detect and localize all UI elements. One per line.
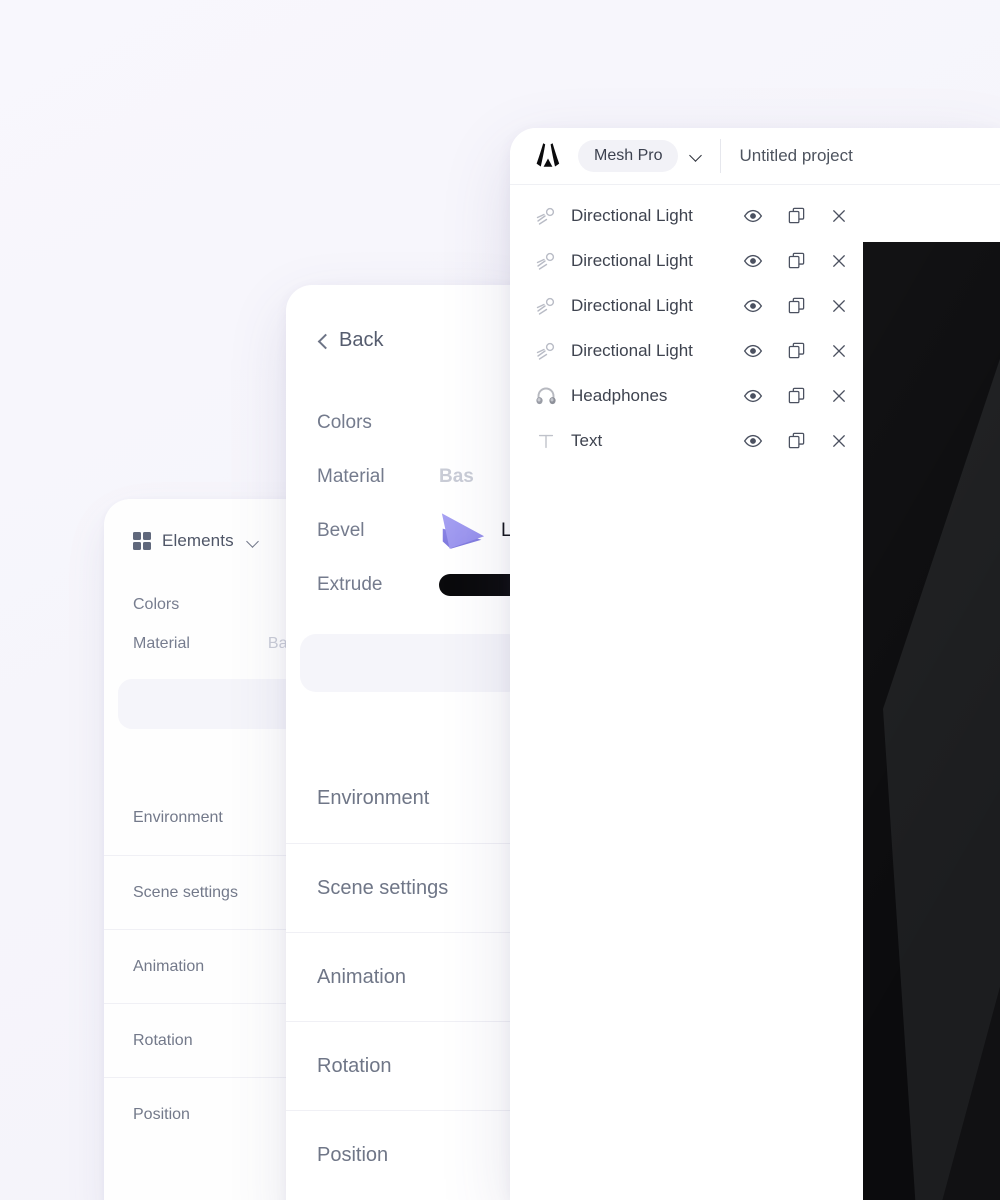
headphones-thumbnail-icon bbox=[533, 383, 559, 409]
duplicate-icon[interactable] bbox=[786, 206, 806, 226]
mid-section-environment[interactable]: Environment bbox=[286, 754, 538, 843]
mid-section-position[interactable]: Position bbox=[286, 1110, 538, 1199]
editor-body: Directional Light Directional Light Dire… bbox=[510, 185, 1000, 1200]
plan-badge[interactable]: Mesh Pro bbox=[578, 140, 679, 172]
layer-label: Directional Light bbox=[571, 295, 693, 315]
mid-row-material-label: Material bbox=[317, 466, 385, 487]
eye-icon[interactable] bbox=[743, 341, 763, 361]
mid-section-scene-settings-label: Scene settings bbox=[317, 876, 449, 899]
directional-light-icon bbox=[533, 293, 559, 319]
3d-viewport-canvas[interactable] bbox=[863, 242, 1000, 1200]
table-row[interactable]: Headphones bbox=[510, 373, 863, 418]
close-x-icon[interactable] bbox=[829, 341, 849, 361]
directional-light-icon bbox=[533, 203, 559, 229]
eye-icon[interactable] bbox=[743, 431, 763, 451]
mid-section-rotation-label: Rotation bbox=[317, 1054, 392, 1077]
middle-settings-panel: Back Colors Material Bas Bevel Larg Extr… bbox=[286, 285, 538, 1200]
mid-row-colors-label: Colors bbox=[317, 412, 372, 433]
mid-section-animation[interactable]: Animation bbox=[286, 932, 538, 1021]
directional-light-icon bbox=[533, 338, 559, 364]
editor-topbar: Mesh Pro Untitled project bbox=[510, 128, 1000, 185]
middle-panel-rows: Colors Material Bas Bevel Larg Extrude bbox=[286, 352, 538, 612]
chevron-down-icon[interactable] bbox=[247, 535, 260, 548]
close-x-icon[interactable] bbox=[829, 206, 849, 226]
mid-section-position-label: Position bbox=[317, 1143, 389, 1166]
editor-window: Mesh Pro Untitled project Directional Li… bbox=[510, 128, 1000, 1200]
duplicate-icon[interactable] bbox=[786, 296, 806, 316]
eye-icon[interactable] bbox=[743, 206, 763, 226]
mid-row-extrude-label: Extrude bbox=[317, 574, 383, 595]
left-section-scene-settings-label: Scene settings bbox=[133, 883, 238, 901]
layer-label: Directional Light bbox=[571, 205, 693, 225]
mid-section-rotation[interactable]: Rotation bbox=[286, 1021, 538, 1110]
left-row-material-label: Material bbox=[133, 634, 190, 652]
duplicate-icon[interactable] bbox=[786, 386, 806, 406]
mid-row-extrude[interactable]: Extrude bbox=[286, 558, 538, 612]
layer-label: Headphones bbox=[571, 385, 668, 405]
left-section-position-label: Position bbox=[133, 1105, 190, 1123]
project-name[interactable]: Untitled project bbox=[739, 146, 852, 166]
directional-light-icon bbox=[533, 248, 559, 274]
close-x-icon[interactable] bbox=[829, 296, 849, 316]
mid-row-material-value: Bas bbox=[439, 466, 474, 487]
bevel-shape-swatch[interactable] bbox=[439, 509, 487, 553]
left-section-rotation-label: Rotation bbox=[133, 1031, 193, 1049]
topbar-divider bbox=[720, 139, 722, 173]
table-row[interactable]: Directional Light bbox=[510, 283, 863, 328]
mid-row-material[interactable]: Material Bas bbox=[286, 450, 538, 504]
back-button-label: Back bbox=[339, 329, 384, 351]
mid-section-environment-label: Environment bbox=[317, 787, 430, 809]
viewport-highlight-overlay bbox=[863, 242, 1000, 1200]
layer-actions bbox=[743, 431, 863, 451]
left-section-animation-label: Animation bbox=[133, 957, 205, 975]
table-row[interactable]: Directional Light bbox=[510, 328, 863, 373]
table-row[interactable]: Directional Light bbox=[510, 193, 863, 238]
close-x-icon[interactable] bbox=[829, 251, 849, 271]
mid-section-scene-settings[interactable]: Scene settings bbox=[286, 843, 538, 932]
chevron-left-icon bbox=[317, 335, 329, 347]
layer-actions bbox=[743, 386, 863, 406]
mid-section-animation-label: Animation bbox=[317, 965, 406, 988]
text-type-icon bbox=[533, 428, 559, 454]
mid-row-colors[interactable]: Colors bbox=[286, 396, 538, 450]
layer-actions bbox=[743, 206, 863, 226]
layer-list: Directional Light Directional Light Dire… bbox=[510, 185, 863, 463]
table-row[interactable]: Text bbox=[510, 418, 863, 463]
left-row-colors-label: Colors bbox=[133, 595, 180, 613]
left-row-material-value: Ba bbox=[267, 634, 288, 652]
mesh-brand-logo-icon[interactable] bbox=[532, 141, 566, 171]
eye-icon[interactable] bbox=[743, 386, 763, 406]
middle-panel-sections: Environment Scene settings Animation Rot… bbox=[286, 754, 538, 1199]
layer-label: Directional Light bbox=[571, 340, 693, 360]
app-background: Elements Colors Material Ba Upload Envir… bbox=[0, 0, 1000, 1200]
close-x-icon[interactable] bbox=[829, 431, 849, 451]
table-row[interactable]: Directional Light bbox=[510, 238, 863, 283]
chevron-down-icon[interactable] bbox=[690, 149, 704, 163]
mid-row-bevel[interactable]: Bevel Larg bbox=[286, 504, 538, 558]
elements-panel-title: Elements bbox=[162, 531, 234, 550]
layer-actions bbox=[743, 296, 863, 316]
layer-actions bbox=[743, 341, 863, 361]
duplicate-icon[interactable] bbox=[786, 341, 806, 361]
layer-actions bbox=[743, 251, 863, 271]
eye-icon[interactable] bbox=[743, 296, 763, 316]
close-x-icon[interactable] bbox=[829, 386, 849, 406]
back-button[interactable]: Back bbox=[286, 285, 538, 352]
layer-label: Directional Light bbox=[571, 250, 693, 270]
layer-label: Text bbox=[571, 430, 603, 450]
grid-squares-icon bbox=[133, 532, 151, 550]
mid-row-bevel-label: Bevel bbox=[317, 520, 365, 541]
duplicate-icon[interactable] bbox=[786, 431, 806, 451]
duplicate-icon[interactable] bbox=[786, 251, 806, 271]
eye-icon[interactable] bbox=[743, 251, 763, 271]
left-section-environment-label: Environment bbox=[133, 809, 223, 826]
convert-button[interactable]: Conve bbox=[300, 634, 524, 692]
